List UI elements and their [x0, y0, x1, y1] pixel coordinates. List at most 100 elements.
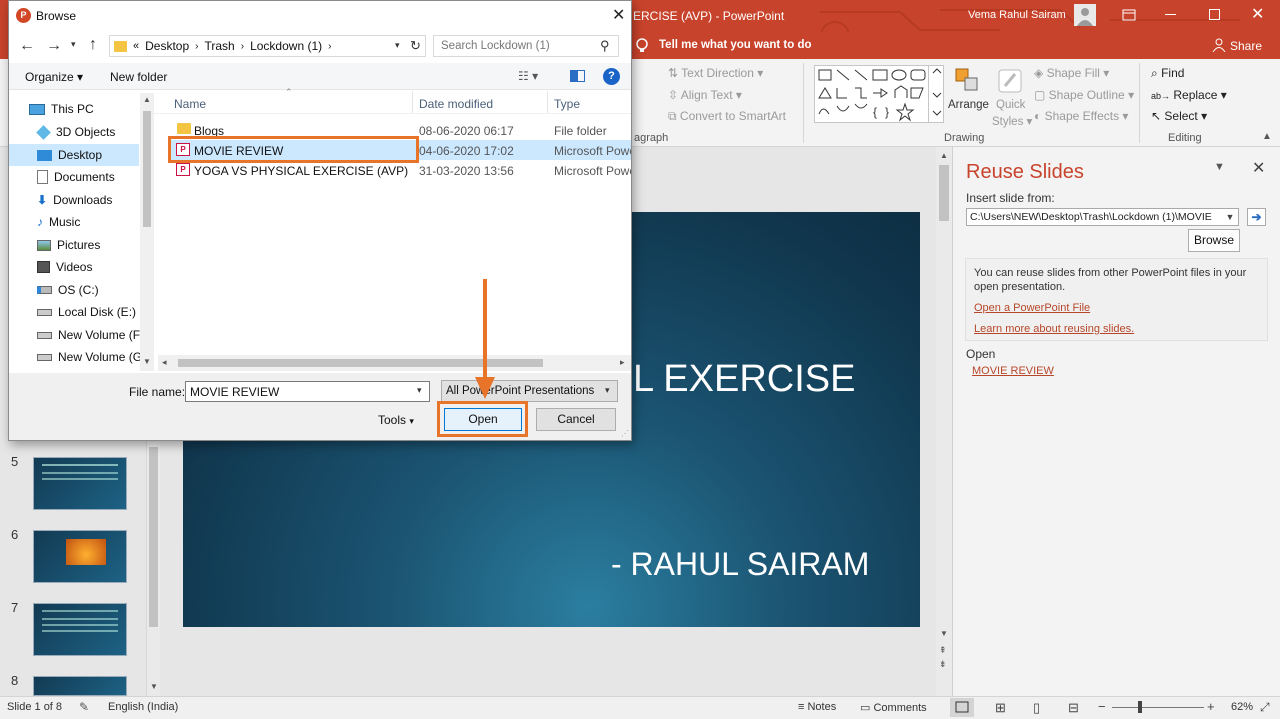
chevron-down-icon[interactable]: ▾: [605, 385, 610, 396]
arrange-icon[interactable]: [954, 67, 980, 93]
nav-item-music[interactable]: ♪ Music: [37, 215, 80, 229]
user-name[interactable]: Vema Rahul Sairam: [968, 9, 1066, 21]
file-name[interactable]: YOGA VS PHYSICAL EXERCISE (AVP): [194, 164, 408, 178]
help-icon[interactable]: ?: [603, 68, 620, 85]
text-direction-button[interactable]: ⇅ Text Direction ▾: [668, 66, 763, 80]
back-arrow-icon[interactable]: ←: [19, 37, 35, 55]
forward-arrow-icon[interactable]: →: [46, 37, 62, 55]
quick-styles-label-2[interactable]: Styles ▾: [992, 114, 1032, 128]
refresh-icon[interactable]: ↻: [410, 38, 421, 54]
chevron-right-icon[interactable]: ›: [195, 41, 198, 52]
resize-grip-icon[interactable]: ⋰: [621, 429, 629, 438]
align-text-button[interactable]: ⇳ Align Text ▾: [668, 88, 742, 102]
replace-button[interactable]: ab→ Replace ▾: [1151, 88, 1227, 102]
up-arrow-icon[interactable]: ↑: [89, 36, 97, 54]
shape-fill-button[interactable]: ◈ Shape Fill ▾: [1034, 66, 1109, 80]
convert-smartart-button[interactable]: ⧉ Convert to SmartArt: [668, 109, 786, 124]
search-input[interactable]: Search Lockdown (1) ⚲: [433, 35, 619, 57]
recent-locations-icon[interactable]: ▾: [71, 39, 76, 50]
reading-view-icon[interactable]: ▯: [1033, 700, 1040, 716]
address-bar[interactable]: « Desktop › Trash › Lockdown (1) › ▾ ↻: [109, 35, 426, 57]
zoom-slider[interactable]: [1112, 707, 1204, 708]
view-options-icon[interactable]: ☷ ▾: [518, 69, 538, 83]
select-button[interactable]: ↖ Select ▾: [1151, 109, 1207, 123]
chevron-down-icon[interactable]: ▾: [417, 385, 422, 396]
tools-button[interactable]: Tools ▾: [378, 413, 414, 427]
nav-item-documents[interactable]: Documents: [37, 170, 115, 184]
nav-item-new-volume-g[interactable]: New Volume (G:: [37, 350, 145, 364]
slide-thumbnail-8[interactable]: [33, 676, 127, 696]
nav-item-desktop[interactable]: Desktop: [37, 148, 102, 162]
nav-item-local-disk-e[interactable]: Local Disk (E:): [37, 305, 136, 319]
overflow-chevron-icon[interactable]: «: [133, 40, 139, 52]
open-powerpoint-file-link[interactable]: Open a PowerPoint File: [974, 302, 1090, 314]
shape-outline-button[interactable]: ▢ Shape Outline ▾: [1034, 88, 1134, 102]
breadcrumb-item[interactable]: Trash: [205, 39, 235, 53]
quick-styles-icon[interactable]: [997, 68, 1023, 96]
zoom-level[interactable]: 62%: [1231, 701, 1253, 713]
file-list-hscrollbar[interactable]: ◂ ▸: [158, 355, 631, 371]
close-window-icon[interactable]: ✕: [1251, 4, 1264, 24]
shapes-gallery-scroll[interactable]: [928, 65, 944, 123]
find-button[interactable]: ⌕ Find: [1151, 66, 1184, 81]
nav-item-3d-objects[interactable]: 3D Objects: [36, 124, 115, 140]
address-dropdown-icon[interactable]: ▾: [395, 40, 400, 51]
close-dialog-icon[interactable]: ✕: [612, 5, 625, 25]
slide-sorter-icon[interactable]: ⊞: [995, 700, 1006, 716]
zoom-in-icon[interactable]: +: [1207, 699, 1215, 714]
new-folder-button[interactable]: New folder: [110, 70, 167, 84]
go-arrow-icon[interactable]: ➔: [1247, 208, 1266, 226]
zoom-out-icon[interactable]: −: [1098, 699, 1106, 714]
slide-thumbnail-5[interactable]: [33, 457, 127, 510]
restore-icon[interactable]: [1209, 9, 1220, 20]
pane-options-icon[interactable]: ▼: [1214, 161, 1225, 173]
nav-item-videos[interactable]: Videos: [37, 260, 92, 274]
column-header-date[interactable]: Date modified: [419, 97, 493, 111]
language-status[interactable]: English (India): [108, 701, 178, 713]
shapes-gallery[interactable]: {}: [814, 65, 944, 123]
preview-pane-icon[interactable]: [570, 70, 585, 82]
share-person-icon[interactable]: [1212, 38, 1226, 52]
chevron-right-icon[interactable]: ›: [241, 41, 244, 52]
cancel-button[interactable]: Cancel: [536, 408, 616, 431]
shape-effects-button[interactable]: ◐ Shape Effects ▾: [1034, 109, 1128, 123]
filename-input[interactable]: MOVIE REVIEW ▾: [185, 381, 430, 402]
search-icon[interactable]: ⚲: [600, 38, 610, 54]
chevron-down-icon[interactable]: ▼: [1222, 209, 1238, 225]
collapse-ribbon-icon[interactable]: ▲: [1262, 131, 1272, 142]
editor-scrollbar[interactable]: ▲ ▼ ⇞ ⇟: [936, 147, 952, 696]
spelling-icon[interactable]: ✎: [79, 700, 89, 714]
zoom-slider-thumb[interactable]: [1138, 701, 1142, 713]
nav-item-pictures[interactable]: Pictures: [37, 238, 100, 252]
fit-slide-icon[interactable]: ⤢: [1260, 700, 1270, 715]
nav-item-os-c[interactable]: OS (C:): [37, 283, 99, 297]
comments-button[interactable]: ▭ Comments: [860, 701, 927, 714]
column-divider[interactable]: [412, 91, 413, 113]
organize-button[interactable]: Organize ▾: [25, 70, 83, 84]
sort-ascending-icon[interactable]: ⌃: [285, 87, 293, 98]
nav-item-this-pc[interactable]: This PC: [29, 102, 94, 116]
nav-item-downloads[interactable]: ⬇ Downloads: [37, 193, 112, 207]
tell-me-input[interactable]: Tell me what you want to do: [659, 39, 812, 51]
recent-file-link[interactable]: MOVIE REVIEW: [972, 365, 1054, 377]
notes-button[interactable]: ≡ Notes: [798, 701, 836, 713]
chevron-right-icon[interactable]: ›: [328, 41, 331, 52]
quick-styles-label-1[interactable]: Quick: [996, 99, 1025, 111]
ribbon-display-icon[interactable]: [1122, 8, 1136, 22]
share-button[interactable]: Share: [1230, 39, 1262, 53]
slide-thumbnail-6[interactable]: [33, 530, 127, 583]
nav-item-new-volume-f[interactable]: New Volume (F:): [37, 328, 147, 342]
column-divider[interactable]: [547, 91, 548, 113]
slide-title[interactable]: L EXERCISE: [633, 358, 855, 401]
column-header-name[interactable]: Name: [174, 97, 206, 111]
arrange-button[interactable]: Arrange: [948, 99, 989, 111]
insert-slide-path-combobox[interactable]: C:\Users\NEW\Desktop\Trash\Lockdown (1)\…: [966, 208, 1239, 226]
breadcrumb-item[interactable]: Desktop: [145, 39, 189, 53]
file-row-yoga[interactable]: P YOGA VS PHYSICAL EXERCISE (AVP) 31-03-…: [169, 160, 631, 180]
normal-view-icon[interactable]: [950, 698, 974, 717]
slide-thumbnail-7[interactable]: [33, 603, 127, 656]
avatar[interactable]: [1074, 4, 1096, 26]
file-type-filter-select[interactable]: All PowerPoint Presentations ▾: [441, 380, 618, 402]
minimize-icon[interactable]: [1165, 14, 1176, 15]
slide-subtitle[interactable]: - RAHUL SAIRAM: [611, 546, 869, 583]
